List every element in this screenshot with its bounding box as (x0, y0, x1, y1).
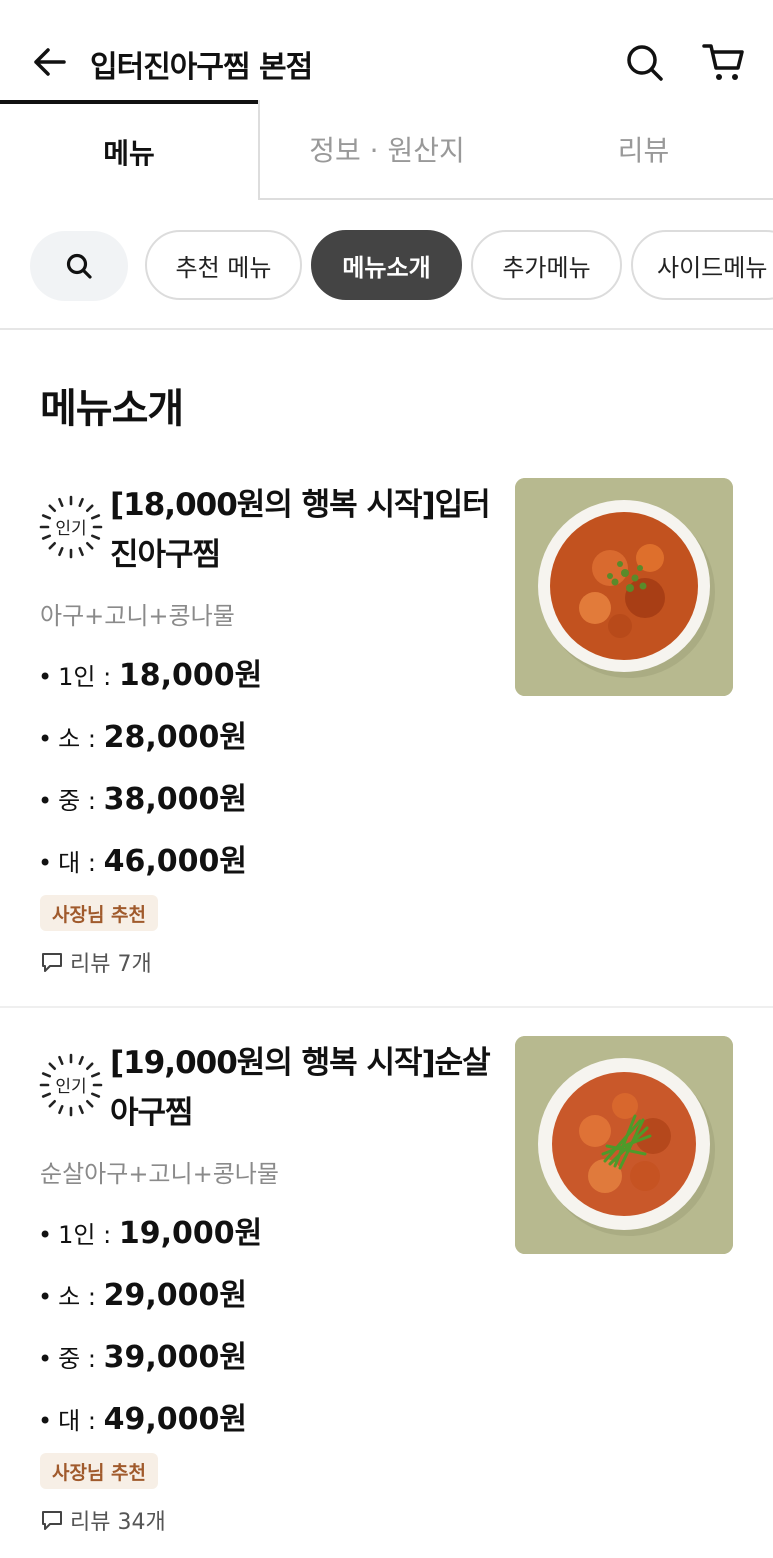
review-count-label: 리뷰 7개 (70, 952, 152, 977)
search-icon[interactable] (622, 40, 666, 84)
menu-item-name: [18,000원의 행복 시작]입터진아구찜 (110, 487, 491, 573)
back-arrow-icon[interactable] (28, 40, 72, 84)
menu-item-name: [19,000원의 행복 시작]순살아구찜 (110, 1045, 491, 1131)
menu-item-description: 순살아구+고니+콩나물 (40, 1160, 279, 1188)
popular-badge-icon: 인기 (38, 1052, 104, 1118)
menu-search-button[interactable] (30, 231, 128, 301)
popular-badge-icon: 인기 (38, 494, 104, 560)
price-size-label: 중 : (58, 1345, 96, 1373)
popular-badge-label: 인기 (55, 519, 86, 539)
owner-recommend-tag: 사장님 추천 (40, 895, 159, 931)
price-value: 39,000원 (103, 1340, 247, 1375)
price-value: 46,000원 (103, 844, 247, 879)
price-row: • 대 : 46,000원 (38, 844, 247, 879)
review-count-label: 리뷰 34개 (70, 1510, 166, 1535)
tab-info-origin[interactable]: 정보 · 원산지 (258, 100, 514, 200)
price-row: • 1인 : 18,000원 (38, 658, 263, 693)
menu-item-description: 아구+고니+콩나물 (40, 602, 235, 630)
divider (0, 328, 773, 330)
price-value: 18,000원 (118, 658, 263, 693)
owner-recommend-tag: 사장님 추천 (40, 1453, 159, 1489)
price-size-label: 소 : (58, 1283, 96, 1311)
price-size-label: 중 : (58, 787, 96, 815)
chip-menu-intro[interactable]: 메뉴소개 (311, 230, 462, 300)
tab-bar: 메뉴 정보 · 원산지 리뷰 (0, 100, 773, 200)
price-value: 28,000원 (103, 720, 247, 755)
price-value: 49,000원 (103, 1402, 247, 1437)
section-title: 메뉴소개 (40, 386, 184, 432)
comment-icon (42, 953, 62, 972)
category-chip-bar: 추천 메뉴 메뉴소개 추가메뉴 사이드메뉴 (0, 228, 773, 304)
price-size-label: 소 : (58, 725, 96, 753)
comment-icon (42, 1511, 62, 1530)
price-size-label: 대 : (58, 849, 96, 877)
menu-item[interactable]: 인기 [19,000원의 행복 시작]순살아구찜 순살아구+고니+콩나물 • 1인… (0, 1036, 773, 1556)
review-count: 리뷰 7개 (40, 946, 152, 978)
price-size-label: 1인 : (58, 663, 112, 691)
price-size-label: 대 : (58, 1407, 96, 1435)
search-icon (66, 253, 92, 279)
tab-menu[interactable]: 메뉴 (0, 100, 258, 200)
chip-additional-menu[interactable]: 추가메뉴 (471, 230, 622, 300)
price-size-label: 1인 : (58, 1221, 112, 1249)
price-row: • 중 : 39,000원 (38, 1340, 247, 1375)
price-row: • 소 : 28,000원 (38, 720, 247, 755)
menu-item[interactable]: 인기 [18,000원의 행복 시작]입터진아구찜 아구+고니+콩나물 • 1인 … (0, 478, 773, 1008)
food-image (515, 1036, 733, 1254)
price-value: 29,000원 (103, 1278, 247, 1313)
food-image (515, 478, 733, 696)
price-row: • 소 : 29,000원 (38, 1278, 247, 1313)
popular-badge-label: 인기 (55, 1077, 86, 1097)
tab-review[interactable]: 리뷰 (514, 100, 773, 200)
price-row: • 중 : 38,000원 (38, 782, 247, 817)
price-value: 19,000원 (118, 1216, 263, 1251)
app-header: 입터진아구찜 본점 (0, 0, 773, 102)
price-row: • 1인 : 19,000원 (38, 1216, 263, 1251)
price-value: 38,000원 (103, 782, 247, 817)
cart-icon[interactable] (700, 40, 748, 84)
review-count: 리뷰 34개 (40, 1504, 166, 1536)
chip-side-menu[interactable]: 사이드메뉴 (631, 230, 773, 300)
page-title: 입터진아구찜 본점 (90, 50, 313, 85)
price-row: • 대 : 49,000원 (38, 1402, 247, 1437)
divider (0, 1006, 773, 1008)
chip-recommended[interactable]: 추천 메뉴 (145, 230, 302, 300)
